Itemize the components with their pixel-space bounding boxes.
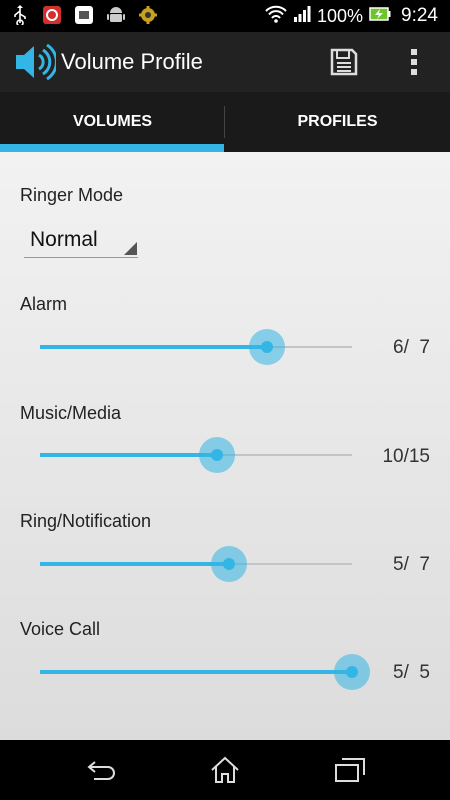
ringer-mode-spinner[interactable]: Normal — [24, 222, 138, 258]
alarm-slider[interactable] — [40, 327, 352, 367]
voicemail-app-icon — [74, 4, 94, 26]
system-status: 100% 9:24 — [265, 4, 438, 28]
selected-tab-indicator — [0, 144, 224, 152]
slider-thumb[interactable] — [211, 546, 247, 582]
security-app-icon — [42, 4, 62, 26]
overflow-menu-button[interactable] — [398, 42, 430, 82]
ring-notification-slider[interactable] — [40, 544, 352, 584]
back-icon — [87, 761, 115, 780]
slider-thumb[interactable] — [249, 329, 285, 365]
clock: 9:24 — [401, 5, 438, 26]
save-icon — [330, 48, 358, 76]
music-media-value: 10/15 — [382, 446, 430, 467]
battery-percent: 100% — [316, 5, 364, 26]
slider-thumb[interactable] — [199, 437, 235, 473]
ring-notification-value: 5/ 7 — [393, 554, 430, 575]
voice-call-slider[interactable] — [40, 652, 370, 692]
slider-fill — [40, 562, 229, 566]
recent-apps-button[interactable] — [328, 754, 372, 786]
tab-bar: VOLUMES PROFILES — [0, 92, 450, 152]
settings-app-icon — [138, 4, 158, 26]
signal-icon — [293, 5, 311, 28]
more-vert-icon — [411, 49, 417, 75]
home-button[interactable] — [203, 754, 247, 786]
home-icon — [211, 756, 239, 783]
navigation-bar — [0, 740, 450, 800]
status-bar: 100% 9:24 — [0, 0, 450, 32]
alarm-value: 6/ 7 — [393, 337, 430, 358]
notification-icons — [10, 4, 158, 26]
slider-thumb[interactable] — [334, 654, 370, 690]
speaker-volume-icon — [14, 42, 58, 82]
tab-volumes[interactable]: VOLUMES — [0, 92, 225, 152]
music-media-slider[interactable] — [40, 435, 352, 475]
ringer-mode-label: Ringer Mode — [20, 185, 124, 205]
recent-apps-icon — [335, 758, 365, 782]
tab-profiles[interactable]: PROFILES — [225, 92, 450, 152]
back-button[interactable] — [80, 754, 124, 786]
ring-notification-label: Ring/Notification — [20, 511, 152, 531]
save-button[interactable] — [326, 44, 362, 80]
slider-fill — [40, 345, 267, 349]
dropdown-arrow-icon — [124, 242, 137, 255]
battery-charging-icon — [369, 5, 391, 28]
alarm-label: Alarm — [20, 294, 68, 314]
music-media-label: Music/Media — [20, 403, 122, 423]
voice-call-label: Voice Call — [20, 619, 101, 639]
volumes-panel: Ringer Mode Normal Alarm 6/ 7 Music/Medi… — [0, 152, 450, 740]
wifi-icon — [265, 5, 287, 28]
slider-fill — [40, 670, 352, 674]
usb-icon — [10, 4, 30, 26]
slider-fill — [40, 453, 217, 457]
voice-call-value: 5/ 5 — [393, 662, 430, 683]
action-bar: Volume Profile — [0, 32, 450, 92]
app-title: Volume Profile — [61, 49, 203, 74]
android-icon — [106, 4, 126, 26]
ringer-mode-value: Normal — [30, 228, 98, 251]
